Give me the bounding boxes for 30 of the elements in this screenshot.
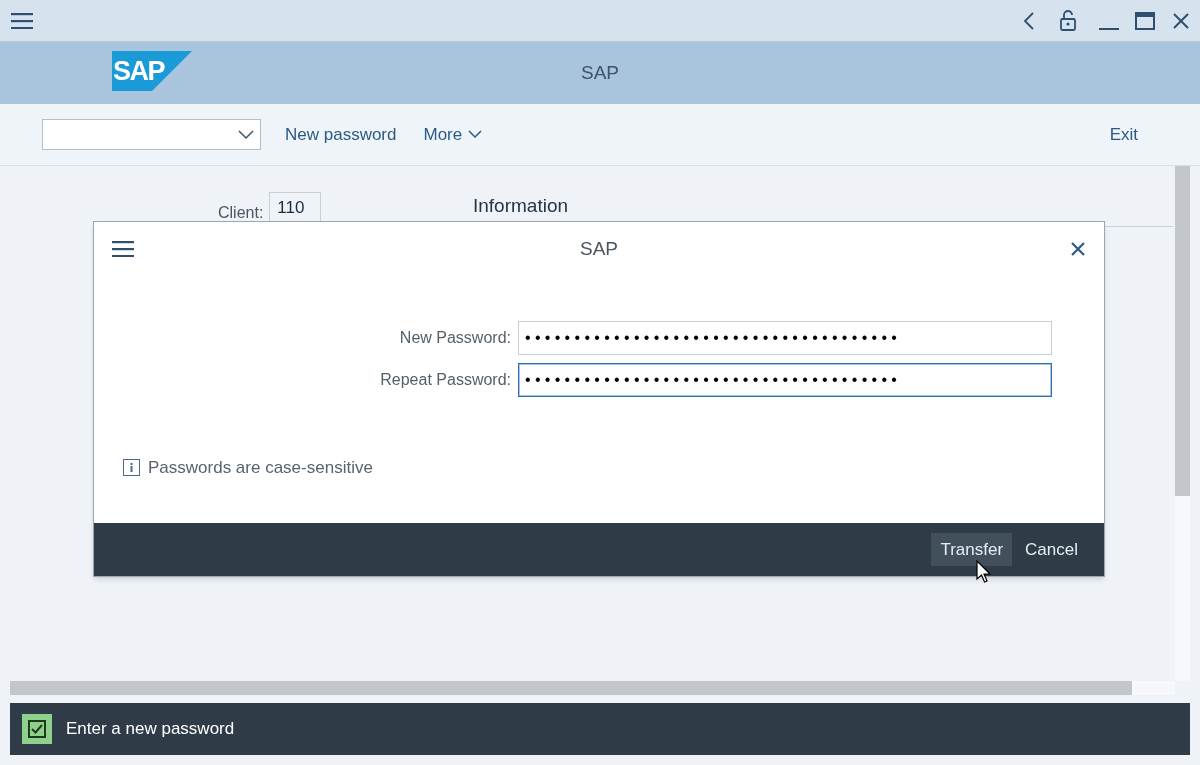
chevron-down-icon [468, 130, 483, 139]
info-message: Passwords are case-sensitive [148, 457, 373, 479]
back-icon[interactable] [1023, 10, 1035, 31]
more-menu[interactable]: More [423, 121, 483, 148]
check-icon [31, 724, 43, 734]
menu-icon[interactable] [11, 12, 33, 29]
toolbar-button[interactable]: New password [285, 121, 397, 148]
maximize-icon[interactable] [1135, 11, 1155, 30]
password-field[interactable]: •••••••••••••••••••••••••••••••••••••• [518, 321, 1052, 355]
info-icon [123, 459, 140, 477]
chevron-down-icon [238, 129, 254, 140]
vertical-scrollbar[interactable] [1175, 166, 1190, 681]
field-label: Repeat Password: [379, 370, 512, 390]
client-label: Client: [218, 203, 264, 223]
dropdown-field[interactable] [42, 119, 261, 150]
field-label: New Password: [398, 328, 512, 348]
password-field[interactable]: •••••••••••••••••••••••••••••••••••••• [518, 363, 1052, 397]
close-icon[interactable] [1070, 241, 1086, 257]
dialog-button[interactable]: Transfer [931, 533, 1013, 566]
menu-icon[interactable] [112, 241, 134, 257]
exit-button[interactable]: Exit [1109, 121, 1138, 148]
dialog-button[interactable]: Cancel [1016, 533, 1087, 566]
scrollbar-thumb[interactable] [1175, 166, 1190, 496]
unlock-icon[interactable] [1059, 9, 1077, 32]
dialog-title: SAP [580, 236, 618, 261]
logo: SAP [112, 51, 192, 91]
status-message: Enter a new password [66, 718, 235, 741]
close-icon[interactable] [1173, 12, 1189, 29]
header-title: SAP [581, 60, 619, 85]
client-field[interactable]: 110 [269, 192, 322, 224]
